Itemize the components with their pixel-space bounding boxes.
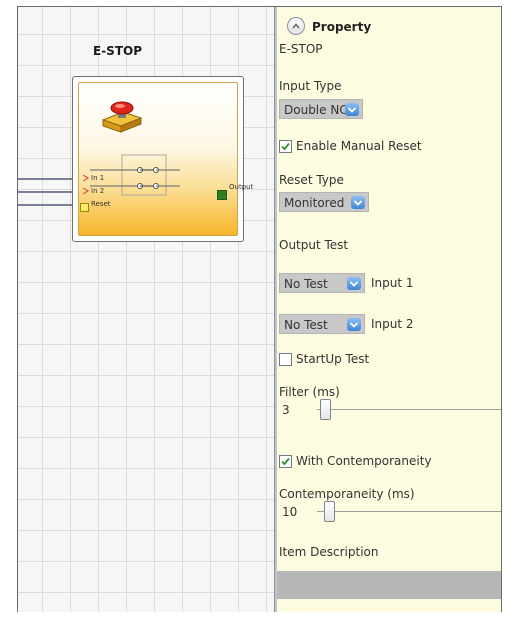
- panel-title: Property: [312, 20, 372, 34]
- pin-label-reset: Reset: [91, 200, 111, 208]
- pin-label-in-2: In 2: [91, 187, 105, 195]
- input-type-dropdown[interactable]: Double NC: [279, 99, 363, 119]
- checkmark-icon: [281, 457, 290, 466]
- output-test-input-2-label: Input 2: [371, 317, 414, 331]
- enable-manual-reset-checkbox[interactable]: [279, 140, 292, 153]
- property-panel: Property E-STOP Input Type Double NC Ena…: [277, 7, 501, 612]
- checkmark-icon: [281, 142, 290, 151]
- chevron-down-icon: [347, 318, 361, 331]
- contemporaneity-slider-track[interactable]: [317, 511, 501, 512]
- filter-value: 3: [282, 403, 290, 417]
- chevron-down-icon: [351, 196, 365, 209]
- filter-label: Filter (ms): [279, 385, 340, 399]
- collapse-button[interactable]: [287, 17, 305, 35]
- filter-slider-thumb[interactable]: [320, 399, 331, 420]
- reset-type-label: Reset Type: [279, 173, 344, 187]
- enable-manual-reset-label: Enable Manual Reset: [296, 139, 422, 153]
- contemporaneity-value: 10: [282, 505, 298, 519]
- contemporaneity-label: Contemporaneity (ms): [279, 487, 415, 501]
- design-canvas[interactable]: E-STOP In 1 In 2 Reset Output: [18, 7, 274, 612]
- startup-test-checkbox[interactable]: [279, 353, 292, 366]
- output-test-label: Output Test: [279, 238, 349, 252]
- chevron-down-icon: [347, 277, 361, 290]
- chevron-down-icon: [345, 103, 359, 116]
- item-description-field[interactable]: [277, 571, 501, 599]
- contemporaneity-slider-thumb[interactable]: [324, 501, 335, 522]
- emergency-stop-icon: [101, 101, 143, 133]
- wire-in-1: [18, 178, 76, 180]
- reset-type-dropdown[interactable]: Monitored: [279, 192, 369, 212]
- input-type-label: Input Type: [279, 79, 342, 93]
- output-test-input-1-label: Input 1: [371, 276, 414, 290]
- with-contemporaneity-checkbox[interactable]: [279, 455, 292, 468]
- input-type-value: Double NC: [284, 103, 348, 117]
- filter-slider-track[interactable]: [317, 409, 501, 410]
- reset-type-value: Monitored: [284, 196, 345, 210]
- output-test-input-2-dropdown[interactable]: No Test: [279, 314, 365, 334]
- startup-test-label: StartUp Test: [296, 352, 370, 366]
- block-title: E-STOP: [93, 44, 143, 58]
- reset-input-port[interactable]: [80, 203, 89, 212]
- with-contemporaneity-label: With Contemporaneity: [296, 454, 432, 468]
- pin-label-in-1: In 1: [91, 174, 105, 182]
- wire-reset: [18, 204, 76, 206]
- output-label: Output: [229, 183, 254, 191]
- output-port[interactable]: [217, 190, 227, 200]
- output-test-input-2-value: No Test: [284, 318, 328, 332]
- output-test-input-1-dropdown[interactable]: No Test: [279, 273, 365, 293]
- item-description-label: Item Description: [279, 545, 379, 559]
- output-test-input-1-value: No Test: [284, 277, 328, 291]
- app-frame: E-STOP In 1 In 2 Reset Output Property E…: [17, 6, 502, 612]
- wire-in-2: [18, 191, 76, 193]
- component-name: E-STOP: [279, 42, 323, 56]
- chevron-up-icon: [292, 23, 300, 29]
